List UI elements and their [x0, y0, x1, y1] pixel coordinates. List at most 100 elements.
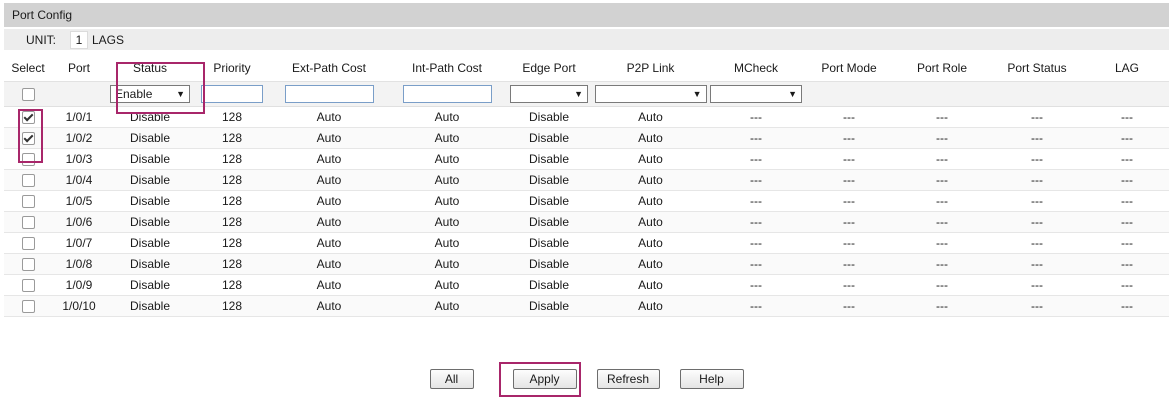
row-select-checkbox[interactable] [21, 216, 35, 230]
cell-port: 1/0/5 [52, 190, 106, 212]
cell-lag: --- [1085, 148, 1169, 170]
unit-1-tab[interactable]: 1 [70, 30, 88, 49]
control-row: Enable ▼ ▼ ▼ ▼ [4, 81, 1169, 107]
panel-title-text: Port Config [12, 8, 73, 22]
cell-int: Auto [388, 253, 506, 275]
cell-ext: Auto [270, 127, 388, 149]
col-select: Select [4, 55, 52, 82]
apply-button[interactable]: Apply [512, 369, 577, 389]
cell-port: 1/0/7 [52, 232, 106, 254]
cell-port: 1/0/8 [52, 253, 106, 275]
cell-priority: 128 [194, 106, 270, 128]
row-select-checkbox[interactable] [21, 174, 35, 188]
cell-ext: Auto [270, 211, 388, 233]
cell-status: Disable [106, 127, 194, 149]
cell-mode: --- [803, 295, 895, 317]
table-row: 1/0/7 Disable 128 Auto Auto Disable Auto --- ---… [4, 232, 1169, 254]
cell-pstatus: --- [989, 274, 1085, 296]
row-select-checkbox[interactable] [21, 132, 35, 146]
int-path-cost-input[interactable] [402, 85, 492, 103]
cell-role: --- [895, 190, 989, 212]
cell-status: Disable [106, 106, 194, 128]
cell-edge: Disable [506, 274, 592, 296]
priority-input[interactable] [201, 85, 263, 103]
cell-port: 1/0/3 [52, 148, 106, 170]
cell-pstatus: --- [989, 190, 1085, 212]
cell-int: Auto [388, 127, 506, 149]
help-button[interactable]: Help [679, 369, 744, 389]
cell-priority: 128 [194, 253, 270, 275]
cell-priority: 128 [194, 190, 270, 212]
cell-p2p: Auto [592, 148, 709, 170]
button-bar: All Apply Refresh Help [0, 369, 1173, 389]
col-port-mode: Port Mode [803, 55, 895, 82]
cell-pstatus: --- [989, 211, 1085, 233]
cell-mcheck: --- [709, 127, 803, 149]
p2p-link-select[interactable]: ▼ [594, 85, 707, 103]
cell-mode: --- [803, 148, 895, 170]
cell-edge: Disable [506, 232, 592, 254]
cell-ext: Auto [270, 169, 388, 191]
cell-status: Disable [106, 232, 194, 254]
cell-lag: --- [1085, 253, 1169, 275]
cell-port: 1/0/6 [52, 211, 106, 233]
row-select-checkbox[interactable] [21, 300, 35, 314]
cell-ext: Auto [270, 148, 388, 170]
cell-lag: --- [1085, 106, 1169, 128]
cell-mcheck: --- [709, 274, 803, 296]
unit-label: UNIT: [26, 32, 56, 47]
select-all-checkbox[interactable] [21, 88, 35, 102]
mcheck-select[interactable]: ▼ [710, 85, 802, 103]
row-select-checkbox[interactable] [21, 237, 35, 251]
cell-edge: Disable [506, 295, 592, 317]
col-port: Port [52, 55, 106, 82]
cell-lag: --- [1085, 295, 1169, 317]
cell-lag: --- [1085, 232, 1169, 254]
col-status: Status [106, 55, 194, 82]
cell-pstatus: --- [989, 148, 1085, 170]
cell-priority: 128 [194, 295, 270, 317]
cell-int: Auto [388, 211, 506, 233]
lags-tab[interactable]: LAGS [92, 33, 124, 47]
all-button[interactable]: All [429, 369, 474, 389]
cell-pstatus: --- [989, 106, 1085, 128]
cell-int: Auto [388, 274, 506, 296]
row-select-checkbox[interactable] [21, 111, 35, 125]
dropdown-arrow-icon: ▼ [176, 89, 185, 99]
cell-lag: --- [1085, 169, 1169, 191]
cell-mcheck: --- [709, 190, 803, 212]
cell-priority: 128 [194, 211, 270, 233]
cell-priority: 128 [194, 232, 270, 254]
cell-mode: --- [803, 127, 895, 149]
cell-mode: --- [803, 253, 895, 275]
table-row: 1/0/5 Disable 128 Auto Auto Disable Auto --- ---… [4, 190, 1169, 212]
row-select-checkbox[interactable] [21, 258, 35, 272]
row-select-checkbox[interactable] [21, 195, 35, 209]
cell-mode: --- [803, 169, 895, 191]
cell-mode: --- [803, 232, 895, 254]
row-select-checkbox[interactable] [21, 279, 35, 293]
cell-p2p: Auto [592, 211, 709, 233]
cell-pstatus: --- [989, 295, 1085, 317]
edge-port-select[interactable]: ▼ [510, 85, 588, 103]
cell-priority: 128 [194, 169, 270, 191]
cell-p2p: Auto [592, 253, 709, 275]
table-row: 1/0/9 Disable 128 Auto Auto Disable Auto --- ---… [4, 274, 1169, 296]
col-lag: LAG [1085, 55, 1169, 82]
cell-role: --- [895, 148, 989, 170]
table-row: 1/0/4 Disable 128 Auto Auto Disable Auto --- ---… [4, 169, 1169, 191]
cell-p2p: Auto [592, 232, 709, 254]
cell-int: Auto [388, 295, 506, 317]
refresh-button[interactable]: Refresh [596, 369, 660, 389]
col-port-status: Port Status [989, 55, 1085, 82]
cell-edge: Disable [506, 253, 592, 275]
cell-p2p: Auto [592, 295, 709, 317]
cell-mcheck: --- [709, 148, 803, 170]
cell-ext: Auto [270, 190, 388, 212]
ext-path-cost-input[interactable] [284, 85, 374, 103]
status-select[interactable]: Enable ▼ [110, 85, 190, 103]
cell-mode: --- [803, 211, 895, 233]
cell-status: Disable [106, 253, 194, 275]
row-select-checkbox[interactable] [21, 153, 35, 167]
cell-status: Disable [106, 169, 194, 191]
